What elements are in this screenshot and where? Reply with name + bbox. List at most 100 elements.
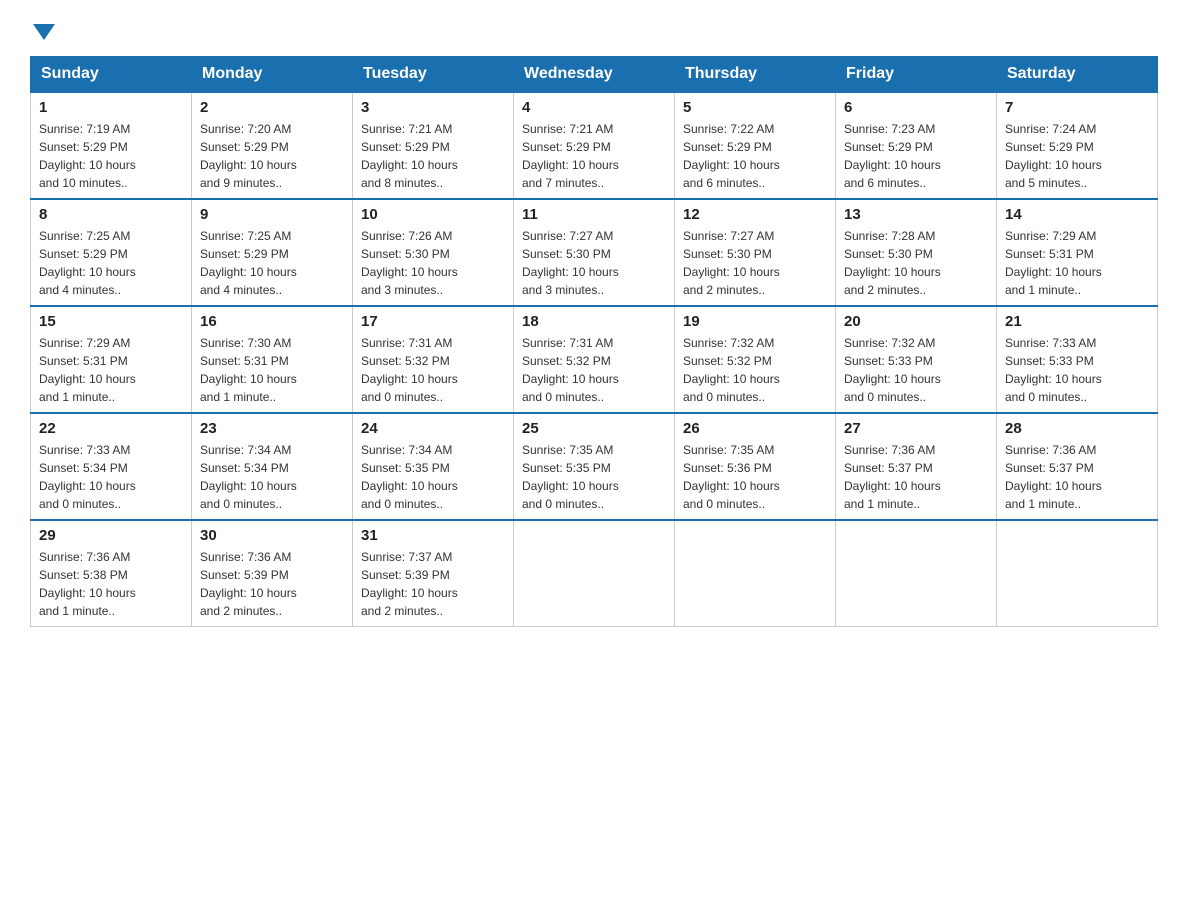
day-number: 15 [39, 313, 183, 330]
week-row-2: 8 Sunrise: 7:25 AMSunset: 5:29 PMDaylight… [31, 199, 1158, 306]
calendar-table: SundayMondayTuesdayWednesdayThursdayFrid… [30, 56, 1158, 627]
day-detail: Sunrise: 7:24 AMSunset: 5:29 PMDaylight:… [1005, 120, 1149, 192]
day-detail: Sunrise: 7:36 AMSunset: 5:37 PMDaylight:… [844, 441, 988, 513]
day-detail: Sunrise: 7:29 AMSunset: 5:31 PMDaylight:… [39, 334, 183, 406]
calendar-cell: 22 Sunrise: 7:33 AMSunset: 5:34 PMDayligh… [31, 413, 192, 520]
day-number: 23 [200, 420, 344, 437]
week-row-4: 22 Sunrise: 7:33 AMSunset: 5:34 PMDayligh… [31, 413, 1158, 520]
day-detail: Sunrise: 7:27 AMSunset: 5:30 PMDaylight:… [522, 227, 666, 299]
calendar-cell: 10 Sunrise: 7:26 AMSunset: 5:30 PMDayligh… [353, 199, 514, 306]
day-number: 31 [361, 527, 505, 544]
calendar-cell: 8 Sunrise: 7:25 AMSunset: 5:29 PMDaylight… [31, 199, 192, 306]
day-detail: Sunrise: 7:36 AMSunset: 5:39 PMDaylight:… [200, 548, 344, 620]
day-number: 26 [683, 420, 827, 437]
calendar-cell: 17 Sunrise: 7:31 AMSunset: 5:32 PMDayligh… [353, 306, 514, 413]
day-detail: Sunrise: 7:21 AMSunset: 5:29 PMDaylight:… [522, 120, 666, 192]
day-detail: Sunrise: 7:37 AMSunset: 5:39 PMDaylight:… [361, 548, 505, 620]
calendar-cell: 25 Sunrise: 7:35 AMSunset: 5:35 PMDayligh… [514, 413, 675, 520]
header-thursday: Thursday [675, 57, 836, 93]
calendar-cell: 2Sunrise: 7:20 AMSunset: 5:29 PMDaylight… [192, 92, 353, 199]
day-number: 30 [200, 527, 344, 544]
day-detail: Sunrise: 7:34 AMSunset: 5:34 PMDaylight:… [200, 441, 344, 513]
day-detail: Sunrise: 7:29 AMSunset: 5:31 PMDaylight:… [1005, 227, 1149, 299]
calendar-cell: 13Sunrise: 7:28 AMSunset: 5:30 PMDayligh… [836, 199, 997, 306]
day-detail: Sunrise: 7:30 AMSunset: 5:31 PMDaylight:… [200, 334, 344, 406]
day-number: 29 [39, 527, 183, 544]
day-detail: Sunrise: 7:25 AMSunset: 5:29 PMDaylight:… [39, 227, 183, 299]
header-saturday: Saturday [997, 57, 1158, 93]
header-friday: Friday [836, 57, 997, 93]
day-detail: Sunrise: 7:26 AMSunset: 5:30 PMDaylight:… [361, 227, 505, 299]
day-number: 8 [39, 206, 183, 223]
calendar-cell: 5Sunrise: 7:22 AMSunset: 5:29 PMDaylight… [675, 92, 836, 199]
calendar-cell: 12Sunrise: 7:27 AMSunset: 5:30 PMDayligh… [675, 199, 836, 306]
calendar-cell: 28 Sunrise: 7:36 AMSunset: 5:37 PMDayligh… [997, 413, 1158, 520]
day-number: 18 [522, 313, 666, 330]
calendar-cell: 23 Sunrise: 7:34 AMSunset: 5:34 PMDayligh… [192, 413, 353, 520]
week-row-5: 29 Sunrise: 7:36 AMSunset: 5:38 PMDayligh… [31, 520, 1158, 627]
day-detail: Sunrise: 7:34 AMSunset: 5:35 PMDaylight:… [361, 441, 505, 513]
page-header [30, 20, 1158, 36]
calendar-cell: 18 Sunrise: 7:31 AMSunset: 5:32 PMDayligh… [514, 306, 675, 413]
calendar-cell: 7 Sunrise: 7:24 AMSunset: 5:29 PMDaylight… [997, 92, 1158, 199]
day-detail: Sunrise: 7:32 AMSunset: 5:33 PMDaylight:… [844, 334, 988, 406]
day-detail: Sunrise: 7:35 AMSunset: 5:35 PMDaylight:… [522, 441, 666, 513]
day-detail: Sunrise: 7:32 AMSunset: 5:32 PMDaylight:… [683, 334, 827, 406]
day-detail: Sunrise: 7:36 AMSunset: 5:37 PMDaylight:… [1005, 441, 1149, 513]
header-tuesday: Tuesday [353, 57, 514, 93]
day-number: 17 [361, 313, 505, 330]
calendar-cell: 27 Sunrise: 7:36 AMSunset: 5:37 PMDayligh… [836, 413, 997, 520]
calendar-cell [997, 520, 1158, 627]
calendar-cell [836, 520, 997, 627]
logo [30, 20, 55, 36]
week-row-1: 1 Sunrise: 7:19 AMSunset: 5:29 PMDaylight… [31, 92, 1158, 199]
calendar-cell: 9 Sunrise: 7:25 AMSunset: 5:29 PMDaylight… [192, 199, 353, 306]
day-number: 28 [1005, 420, 1149, 437]
day-number: 19 [683, 313, 827, 330]
calendar-cell: 6Sunrise: 7:23 AMSunset: 5:29 PMDaylight… [836, 92, 997, 199]
calendar-cell: 30 Sunrise: 7:36 AMSunset: 5:39 PMDayligh… [192, 520, 353, 627]
calendar-cell: 19 Sunrise: 7:32 AMSunset: 5:32 PMDayligh… [675, 306, 836, 413]
day-number: 27 [844, 420, 988, 437]
day-detail: Sunrise: 7:23 AMSunset: 5:29 PMDaylight:… [844, 120, 988, 192]
day-number: 1 [39, 99, 183, 116]
day-number: 13 [844, 206, 988, 223]
day-detail: Sunrise: 7:19 AMSunset: 5:29 PMDaylight:… [39, 120, 183, 192]
header-wednesday: Wednesday [514, 57, 675, 93]
day-detail: Sunrise: 7:31 AMSunset: 5:32 PMDaylight:… [522, 334, 666, 406]
calendar-cell: 16 Sunrise: 7:30 AMSunset: 5:31 PMDayligh… [192, 306, 353, 413]
day-number: 16 [200, 313, 344, 330]
day-detail: Sunrise: 7:33 AMSunset: 5:34 PMDaylight:… [39, 441, 183, 513]
calendar-cell: 11 Sunrise: 7:27 AMSunset: 5:30 PMDayligh… [514, 199, 675, 306]
day-number: 25 [522, 420, 666, 437]
day-detail: Sunrise: 7:36 AMSunset: 5:38 PMDaylight:… [39, 548, 183, 620]
day-number: 21 [1005, 313, 1149, 330]
day-number: 14 [1005, 206, 1149, 223]
header-monday: Monday [192, 57, 353, 93]
calendar-cell: 24 Sunrise: 7:34 AMSunset: 5:35 PMDayligh… [353, 413, 514, 520]
calendar-cell: 14 Sunrise: 7:29 AMSunset: 5:31 PMDayligh… [997, 199, 1158, 306]
day-number: 9 [200, 206, 344, 223]
day-detail: Sunrise: 7:25 AMSunset: 5:29 PMDaylight:… [200, 227, 344, 299]
calendar-cell [675, 520, 836, 627]
day-detail: Sunrise: 7:33 AMSunset: 5:33 PMDaylight:… [1005, 334, 1149, 406]
calendar-cell: 4Sunrise: 7:21 AMSunset: 5:29 PMDaylight… [514, 92, 675, 199]
day-number: 5 [683, 99, 827, 116]
calendar-cell: 21 Sunrise: 7:33 AMSunset: 5:33 PMDayligh… [997, 306, 1158, 413]
calendar-cell [514, 520, 675, 627]
calendar-cell: 26Sunrise: 7:35 AMSunset: 5:36 PMDayligh… [675, 413, 836, 520]
calendar-cell: 15 Sunrise: 7:29 AMSunset: 5:31 PMDayligh… [31, 306, 192, 413]
calendar-cell: 3Sunrise: 7:21 AMSunset: 5:29 PMDaylight… [353, 92, 514, 199]
day-number: 10 [361, 206, 505, 223]
day-detail: Sunrise: 7:27 AMSunset: 5:30 PMDaylight:… [683, 227, 827, 299]
calendar-cell: 20 Sunrise: 7:32 AMSunset: 5:33 PMDayligh… [836, 306, 997, 413]
day-detail: Sunrise: 7:31 AMSunset: 5:32 PMDaylight:… [361, 334, 505, 406]
week-row-3: 15 Sunrise: 7:29 AMSunset: 5:31 PMDayligh… [31, 306, 1158, 413]
calendar-cell: 1 Sunrise: 7:19 AMSunset: 5:29 PMDaylight… [31, 92, 192, 199]
day-number: 22 [39, 420, 183, 437]
header-sunday: Sunday [31, 57, 192, 93]
day-number: 11 [522, 206, 666, 223]
day-number: 20 [844, 313, 988, 330]
day-number: 24 [361, 420, 505, 437]
day-number: 7 [1005, 99, 1149, 116]
